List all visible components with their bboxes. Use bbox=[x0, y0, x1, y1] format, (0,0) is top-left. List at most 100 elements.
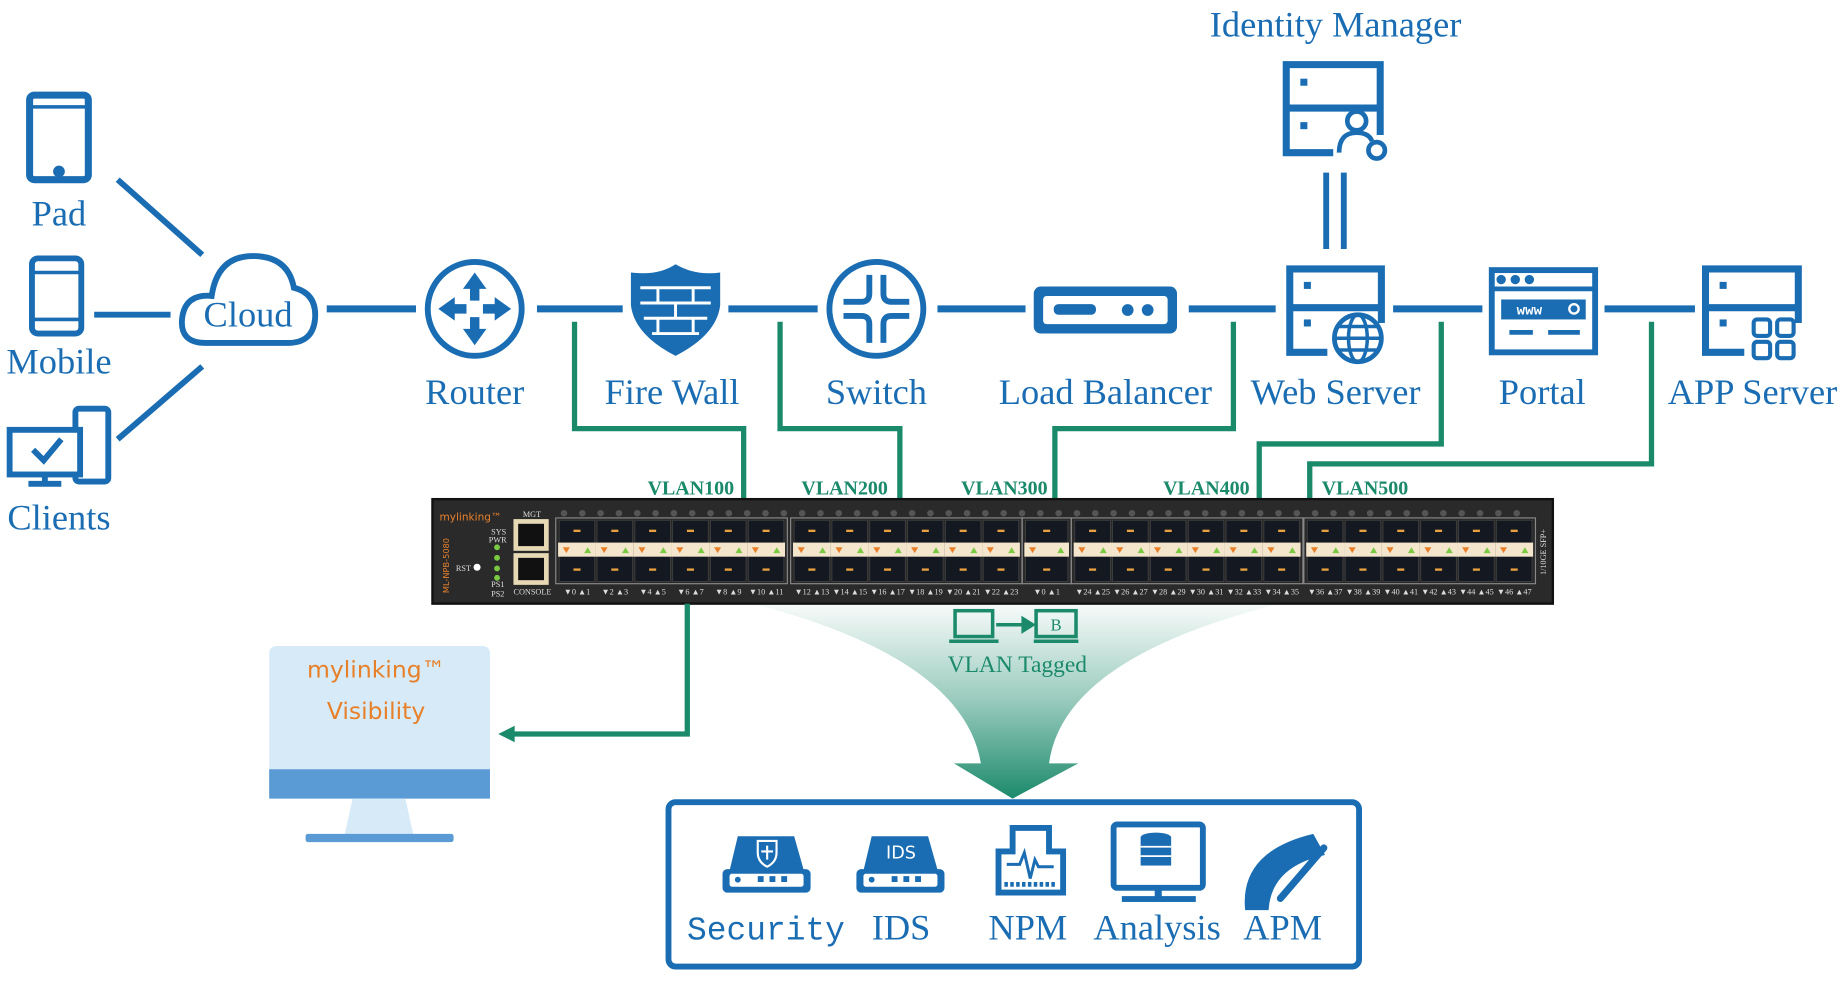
port-led bbox=[927, 509, 934, 517]
network-diagram: Identity Manager Pad Mobile Clients Clou… bbox=[6, 4, 1837, 970]
port-led bbox=[707, 509, 714, 517]
port-led bbox=[1165, 509, 1172, 517]
port-number-label: ▼24 ▲25 bbox=[1075, 587, 1110, 596]
app-server-label: APP Server bbox=[1668, 372, 1837, 412]
port-led bbox=[908, 509, 916, 517]
port-number-label: ▼0 ▲1 bbox=[564, 587, 591, 596]
port-band bbox=[830, 542, 869, 557]
port-band bbox=[633, 542, 672, 557]
port-number-label: ▼6 ▲7 bbox=[677, 587, 704, 596]
port-number-label: ▼38 ▲39 bbox=[1346, 587, 1381, 596]
mobile-label: Mobile bbox=[6, 341, 111, 381]
port-led bbox=[688, 509, 696, 517]
port-number-label: ▼4 ▲5 bbox=[639, 587, 666, 596]
port-number-label: ▼26 ▲27 bbox=[1113, 587, 1148, 596]
pwr-label: PWR bbox=[489, 536, 507, 545]
port-band bbox=[1149, 542, 1188, 557]
monitor-brand: mylinking™ bbox=[307, 656, 445, 684]
web-server-label: Web Server bbox=[1251, 372, 1421, 412]
mobile-icon bbox=[29, 255, 85, 337]
pad-label: Pad bbox=[32, 193, 87, 233]
port-led bbox=[780, 509, 788, 517]
port-led bbox=[1146, 509, 1154, 517]
arrow-head-icon bbox=[498, 725, 515, 743]
port-led bbox=[762, 509, 769, 517]
port-led bbox=[1293, 509, 1301, 517]
web-server-icon bbox=[1286, 265, 1385, 365]
port-band bbox=[1224, 542, 1263, 557]
port-number-label: ▼44 ▲45 bbox=[1459, 587, 1494, 596]
pad-icon bbox=[26, 91, 92, 184]
port-led bbox=[1128, 509, 1136, 517]
port-led bbox=[1018, 509, 1026, 517]
port-led bbox=[963, 509, 971, 517]
mgt-label: MGT bbox=[523, 510, 541, 519]
tool-npm-label: NPM bbox=[988, 908, 1067, 948]
vlan200-label: VLAN200 bbox=[801, 477, 887, 499]
port-number-label: ▼2 ▲3 bbox=[602, 587, 629, 596]
port-led bbox=[798, 509, 806, 517]
port-led bbox=[615, 509, 623, 517]
port-led bbox=[1275, 509, 1282, 517]
port-number-label: ▼36 ▲37 bbox=[1308, 587, 1343, 596]
port-led bbox=[1238, 509, 1246, 517]
port-band bbox=[1495, 542, 1534, 557]
port-led bbox=[1000, 509, 1007, 517]
vlan300-label: VLAN300 bbox=[961, 477, 1047, 499]
port-led bbox=[982, 509, 989, 517]
port-band bbox=[1262, 542, 1301, 557]
port-led bbox=[1495, 509, 1502, 517]
port-led bbox=[1201, 509, 1209, 517]
port-led bbox=[597, 509, 604, 517]
port-band bbox=[1306, 542, 1345, 557]
port-led bbox=[853, 509, 861, 517]
port-led bbox=[579, 509, 586, 517]
port-led bbox=[1421, 509, 1429, 517]
vlan400-label: VLAN400 bbox=[1163, 477, 1249, 499]
identity-manager-icon bbox=[1282, 61, 1388, 161]
vlan100-label: VLAN100 bbox=[648, 477, 734, 499]
port-led bbox=[1073, 509, 1081, 517]
cloud-label: Cloud bbox=[204, 294, 293, 334]
port-led bbox=[652, 509, 659, 517]
port-band bbox=[982, 542, 1020, 557]
clients-icon bbox=[6, 405, 112, 487]
port-led bbox=[1513, 509, 1520, 517]
port-band bbox=[906, 542, 945, 557]
identity-manager-label: Identity Manager bbox=[1210, 4, 1462, 44]
router-label: Router bbox=[425, 372, 524, 412]
port-number-label: ▼34 ▲35 bbox=[1264, 587, 1299, 596]
monitor-visibility: Visibility bbox=[327, 697, 425, 725]
rst-label: RST bbox=[456, 564, 471, 573]
port-led bbox=[1037, 509, 1044, 517]
port-led bbox=[1440, 509, 1447, 517]
tool-apm-label: APM bbox=[1243, 908, 1322, 948]
vlan500-label: VLAN500 bbox=[1322, 477, 1408, 499]
port-led bbox=[1458, 509, 1465, 517]
ps2-label: PS2 bbox=[491, 590, 504, 599]
packet-broker-device: mylinking™ ML-NPB-5080 MGT SYS PWR RST P… bbox=[431, 497, 1555, 605]
port-number-label: ▼42 ▲43 bbox=[1421, 587, 1456, 596]
vlan-tagged-label: VLAN Tagged bbox=[948, 652, 1088, 678]
port-band bbox=[671, 542, 710, 557]
port-number-label: ▼10 ▲11 bbox=[749, 587, 783, 596]
port-number-label: ▼32 ▲33 bbox=[1226, 587, 1261, 596]
port-number-label: ▼18 ▲19 bbox=[908, 587, 943, 596]
firewall-icon bbox=[630, 264, 721, 356]
port-number-label: ▼30 ▲31 bbox=[1189, 587, 1224, 596]
port-band bbox=[944, 542, 983, 557]
portal-url-text: www bbox=[1517, 304, 1543, 320]
port-number-label: ▼46 ▲47 bbox=[1497, 587, 1532, 596]
load-balancer-icon bbox=[1033, 286, 1178, 334]
port-band bbox=[1344, 542, 1382, 557]
port-number-label: ▼16 ▲17 bbox=[870, 587, 905, 596]
port-led bbox=[835, 509, 843, 517]
port-type-label: 1/10GE SFP+ bbox=[1539, 529, 1548, 575]
portal-icon: www bbox=[1488, 267, 1599, 356]
port-led bbox=[1311, 509, 1319, 517]
port-band bbox=[1457, 542, 1496, 557]
identity-link bbox=[1323, 172, 1347, 249]
port-band bbox=[1073, 542, 1112, 557]
port-led bbox=[1110, 509, 1117, 517]
visibility-link bbox=[509, 603, 690, 737]
